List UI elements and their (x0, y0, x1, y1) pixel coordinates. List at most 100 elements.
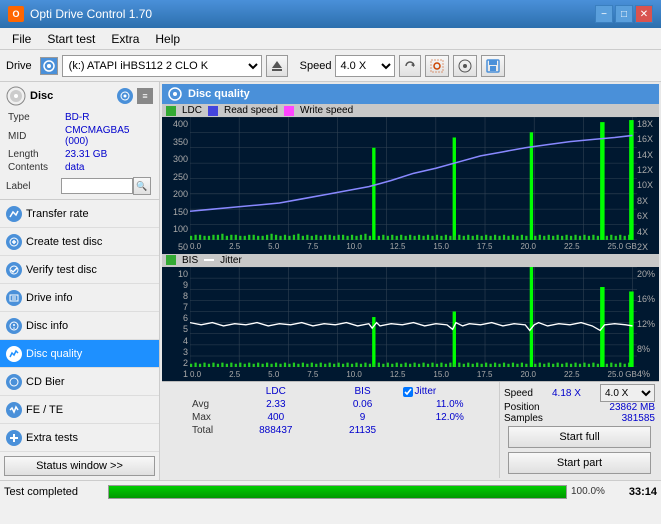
disc-panel-icon (6, 86, 26, 106)
settings-button[interactable] (425, 55, 449, 77)
close-button[interactable]: ✕ (635, 5, 653, 23)
jitter-legend-label: Jitter (220, 255, 242, 266)
app-icon: O (8, 6, 24, 22)
menu-extra[interactable]: Extra (103, 30, 147, 48)
progress-percent: 100.0% (571, 486, 603, 497)
sidebar-nav: Transfer rate Create test disc Verify te… (0, 200, 159, 452)
refresh-button[interactable] (399, 55, 421, 77)
upper-chart-svg (190, 117, 637, 240)
sidebar-item-disc-info[interactable]: Disc info (0, 312, 159, 340)
samples-row: Samples 381585 (504, 413, 655, 424)
label-label: Label (6, 181, 61, 192)
sidebar-item-disc-quality[interactable]: Disc quality (0, 340, 159, 368)
max-jitter: 12.0% (403, 412, 497, 423)
drive-selector[interactable]: (k:) ATAPI iHBS112 2 CLO K (62, 55, 262, 77)
lower-chart: 10 9 8 7 6 5 4 3 2 1 20% 16% 12% 8% 4% (162, 267, 659, 381)
stats-section: LDC BIS Jitter (162, 382, 499, 478)
label-row: Label 🔍 (6, 177, 153, 195)
total-label: Total (192, 425, 227, 436)
sidebar-item-cd-bier[interactable]: CD Bier (0, 368, 159, 396)
disc-info-label: Disc info (26, 320, 68, 332)
cd-bier-label: CD Bier (26, 376, 65, 388)
stats-row: LDC BIS Jitter (162, 381, 659, 478)
stats-total-row: Total 888437 21135 (192, 425, 497, 436)
create-test-disc-icon (6, 234, 22, 250)
chart-panel: Disc quality LDC Read speed Write speed … (162, 84, 659, 478)
position-row: Position 23862 MB (504, 402, 655, 413)
sidebar-item-verify-test-disc[interactable]: Verify test disc (0, 256, 159, 284)
maximize-button[interactable]: □ (615, 5, 633, 23)
create-test-disc-label: Create test disc (26, 236, 102, 248)
extra-tests-label: Extra tests (26, 432, 78, 444)
disc-detail-btn[interactable]: ≡ (137, 88, 153, 104)
cd-bier-icon (6, 374, 22, 390)
chart-panel-title: Disc quality (188, 88, 250, 100)
drive-icon (40, 57, 58, 75)
type-label: Type (8, 112, 63, 123)
jitter-checkbox-label[interactable]: Jitter (403, 386, 497, 397)
sidebar-item-create-test-disc[interactable]: Create test disc (0, 228, 159, 256)
ldc-header: LDC (229, 386, 323, 397)
eject-button[interactable] (266, 55, 288, 77)
jitter-header-label: Jitter (415, 386, 437, 397)
menu-start-test[interactable]: Start test (39, 30, 103, 48)
start-part-button[interactable]: Start part (508, 452, 651, 474)
verify-test-disc-label: Verify test disc (26, 264, 97, 276)
lower-y-labels: 10 9 8 7 6 5 4 3 2 1 (162, 267, 190, 381)
contents-label: Contents (8, 162, 63, 173)
read-legend-label: Read speed (224, 105, 278, 116)
status-window-button[interactable]: Status window >> (4, 456, 155, 476)
read-legend-color (208, 106, 218, 116)
disc-properties-table: Type BD-R MID CMCMAGBA5 (000) Length 23.… (6, 110, 153, 175)
label-input[interactable] (61, 178, 133, 194)
save-button[interactable] (481, 55, 505, 77)
content-area: Disc quality LDC Read speed Write speed … (160, 82, 661, 480)
disc-panel-icon-btn[interactable] (117, 88, 133, 104)
sidebar-item-transfer-rate[interactable]: Transfer rate (0, 200, 159, 228)
samples-label: Samples (504, 413, 543, 424)
avg-bis: 0.06 (325, 399, 401, 410)
lower-x-labels: 0.0 2.5 5.0 7.5 10.0 12.5 15.0 17.5 20.0… (190, 367, 637, 381)
main-container: Disc ≡ Type BD-R MID CMCMAGBA5 (000) Len… (0, 82, 661, 480)
upper-chart: 400 350 300 250 200 150 100 50 18X 16X 1… (162, 117, 659, 254)
sidebar-item-drive-info[interactable]: Drive info (0, 284, 159, 312)
max-label: Max (192, 412, 227, 423)
start-full-button[interactable]: Start full (508, 426, 651, 448)
bis-header: BIS (325, 386, 401, 397)
total-bis: 21135 (325, 425, 401, 436)
stats-table: LDC BIS Jitter (190, 384, 499, 438)
speed-label-stat: Speed (504, 388, 533, 399)
sidebar-item-fe-te[interactable]: FE / TE (0, 396, 159, 424)
speed-position-section: Speed 4.18 X 4.0 X Position 23862 MB Sam… (499, 382, 659, 478)
speed-select-stat[interactable]: 4.0 X (600, 384, 655, 402)
mid-label: MID (8, 125, 63, 147)
jitter-legend-color (204, 259, 214, 261)
title-bar: O Opti Drive Control 1.70 − □ ✕ (0, 0, 661, 28)
samples-value: 381585 (622, 413, 655, 424)
length-label: Length (8, 149, 63, 160)
contents-value: data (65, 162, 151, 173)
app-title: Opti Drive Control 1.70 (30, 7, 152, 21)
menu-help[interactable]: Help (147, 30, 188, 48)
length-value: 23.31 GB (65, 149, 151, 160)
sidebar-item-extra-tests[interactable]: Extra tests (0, 424, 159, 452)
progress-bar-fill (109, 486, 566, 498)
bis-legend-label: BIS (182, 255, 198, 266)
jitter-checkbox[interactable] (403, 387, 413, 397)
position-label: Position (504, 402, 540, 413)
position-value: 23862 MB (609, 402, 655, 413)
speed-value-stat: 4.18 X (552, 388, 581, 399)
upper-y-labels: 400 350 300 250 200 150 100 50 (162, 117, 190, 254)
disc-info-panel: Disc ≡ Type BD-R MID CMCMAGBA5 (000) Len… (0, 82, 159, 200)
type-value: BD-R (65, 112, 151, 123)
minimize-button[interactable]: − (595, 5, 613, 23)
transfer-rate-icon (6, 206, 22, 222)
status-bar: Test completed 100.0% 33:14 (0, 480, 661, 502)
speed-selector[interactable]: 4.0 X (335, 55, 395, 77)
stats-max-row: Max 400 9 12.0% (192, 412, 497, 423)
disc-info-icon (6, 318, 22, 334)
sidebar: Disc ≡ Type BD-R MID CMCMAGBA5 (000) Len… (0, 82, 160, 480)
media-button[interactable] (453, 55, 477, 77)
label-search-btn[interactable]: 🔍 (133, 177, 151, 195)
menu-file[interactable]: File (4, 30, 39, 48)
